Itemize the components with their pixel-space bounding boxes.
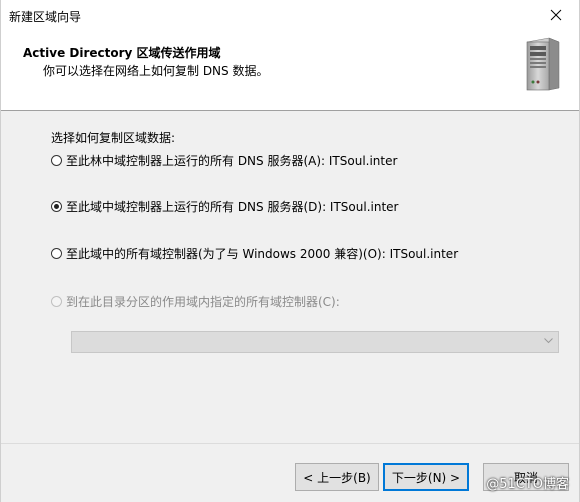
- option-domain-dns-servers[interactable]: 至此域中域控制器上运行的所有 DNS 服务器(D): ITSoul.inter: [51, 198, 398, 214]
- close-button[interactable]: [533, 0, 579, 30]
- close-icon: [550, 9, 562, 21]
- option-label: 到在此目录分区的作用域内指定的所有域控制器(C):: [66, 294, 340, 309]
- title-bar: 新建区域向导: [1, 0, 579, 30]
- replication-prompt: 选择如何复制区域数据:: [51, 131, 176, 145]
- option-directory-partition[interactable]: 到在此目录分区的作用域内指定的所有域控制器(C):: [51, 293, 340, 309]
- wizard-header: Active Directory 区域传送作用域 你可以选择在网络上如何复制 D…: [1, 30, 579, 111]
- option-label: 至此域中域控制器上运行的所有 DNS 服务器(D): ITSoul.inter: [66, 199, 399, 214]
- option-domain-controllers-win2000[interactable]: 至此域中的所有域控制器(为了与 Windows 2000 兼容)(O): ITS…: [51, 245, 458, 261]
- option-label: 至此林中域控制器上运行的所有 DNS 服务器(A): ITSoul.inter: [66, 153, 398, 168]
- server-icon: [526, 37, 560, 91]
- wizard-content: 选择如何复制区域数据: 至此林中域控制器上运行的所有 DNS 服务器(A): I…: [1, 111, 579, 442]
- new-zone-wizard-window: 新建区域向导 Active Directory 区域传送作用域 你可以选择在网络…: [0, 0, 580, 502]
- window-title: 新建区域向导: [9, 10, 82, 24]
- radio-forest-dns-servers[interactable]: [51, 154, 62, 166]
- watermark: @51CTO博客: [486, 477, 569, 492]
- directory-partition-combo[interactable]: [71, 331, 559, 353]
- next-button[interactable]: 下一步(N) >: [383, 463, 469, 491]
- page-title: Active Directory 区域传送作用域: [23, 46, 221, 60]
- radio-directory-partition[interactable]: [51, 295, 62, 307]
- radio-domain-controllers-win2000[interactable]: [51, 247, 62, 259]
- chevron-down-icon: [544, 338, 553, 344]
- option-forest-dns-servers[interactable]: 至此林中域控制器上运行的所有 DNS 服务器(A): ITSoul.inter: [51, 152, 397, 168]
- page-subtitle: 你可以选择在网络上如何复制 DNS 数据。: [43, 64, 269, 78]
- radio-domain-dns-servers[interactable]: [51, 200, 62, 212]
- back-button[interactable]: < 上一步(B): [295, 463, 379, 491]
- option-label: 至此域中的所有域控制器(为了与 Windows 2000 兼容)(O): ITS…: [66, 246, 459, 261]
